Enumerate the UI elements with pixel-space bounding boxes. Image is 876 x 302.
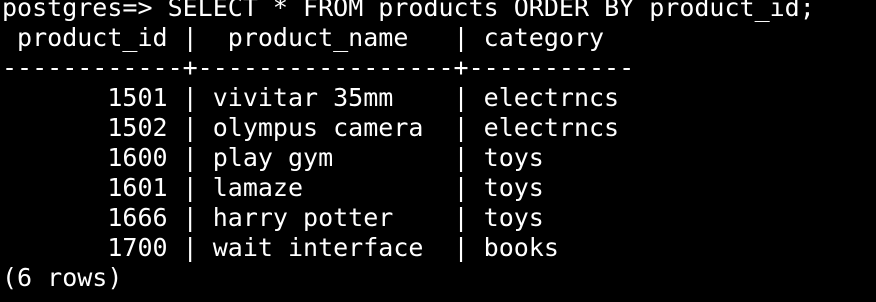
table-row: 1502 | olympus camera | electrncs — [2, 113, 620, 142]
row-count-footer: (6 rows) — [2, 263, 123, 292]
result-header: product_id | product_name | category — [2, 23, 605, 52]
prompt: postgres=> — [2, 0, 153, 22]
command-line: postgres=> SELECT * FROM products ORDER … — [2, 0, 876, 23]
result-separator: ------------+-----------------+---------… — [2, 53, 635, 82]
table-row: 1501 | vivitar 35mm | electrncs — [2, 83, 620, 112]
table-row: 1600 | play gym | toys — [2, 143, 544, 172]
sql-command: SELECT * FROM products ORDER BY product_… — [167, 0, 815, 22]
table-row: 1666 | harry potter | toys — [2, 203, 544, 232]
terminal-window[interactable]: postgres=> SELECT * FROM products ORDER … — [0, 0, 876, 295]
table-row: 1700 | wait interface | books — [2, 233, 559, 262]
table-row: 1601 | lamaze | toys — [2, 173, 544, 202]
